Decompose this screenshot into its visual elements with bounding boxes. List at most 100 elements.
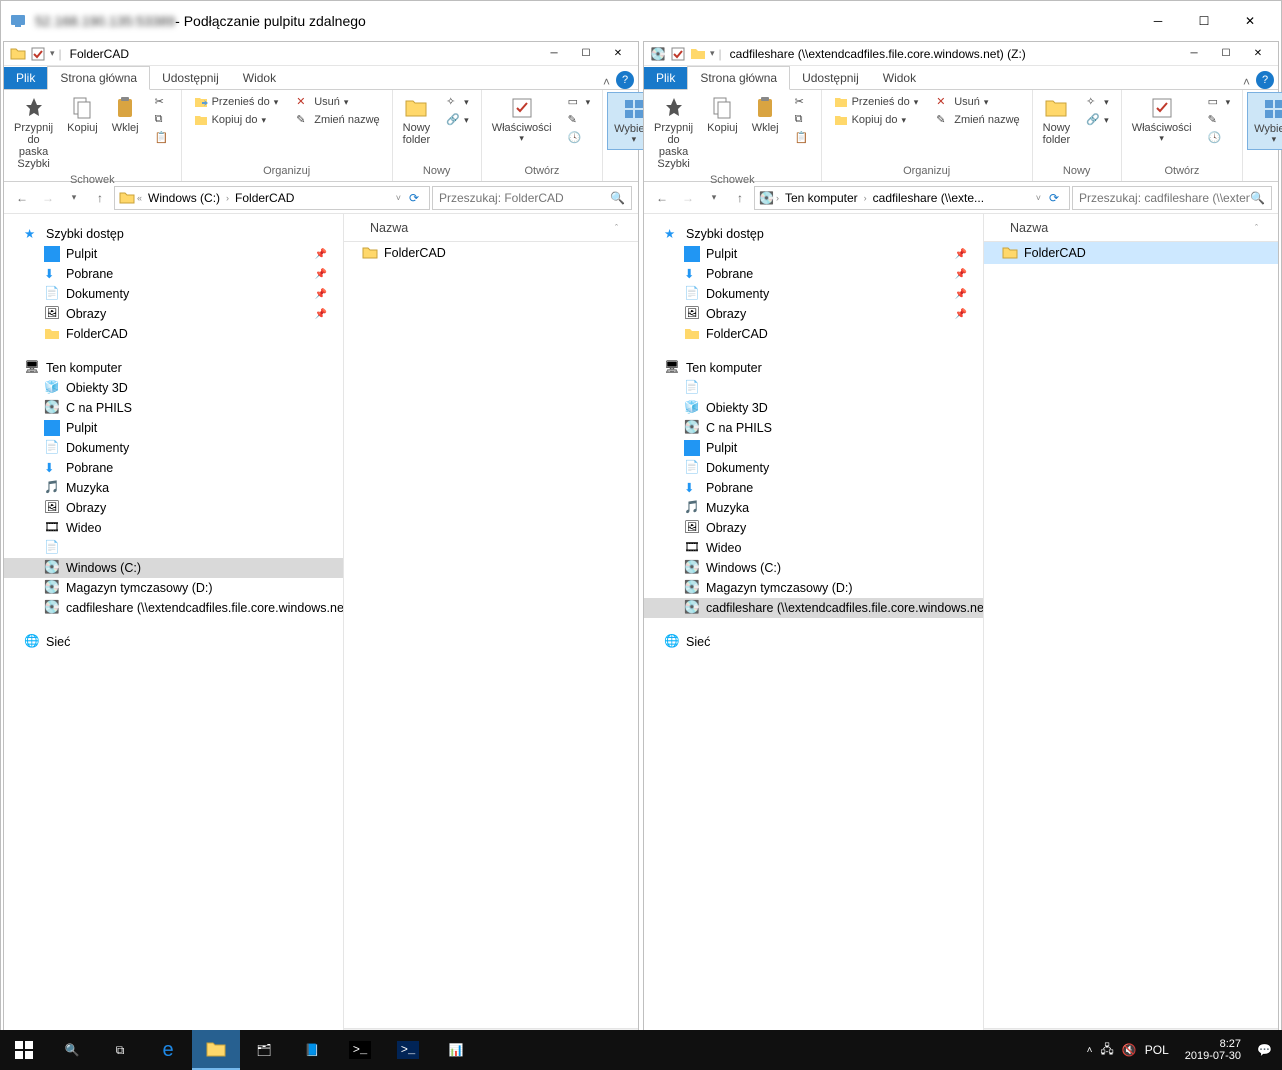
tab-home[interactable]: Strona główna bbox=[47, 66, 150, 90]
delete-button[interactable]: ✕Usuń ▾ bbox=[292, 94, 383, 110]
tray-network-icon[interactable]: 🖧 bbox=[1100, 1040, 1113, 1061]
tree-c-on-phils[interactable]: 💽C na PHILS bbox=[644, 418, 983, 438]
breadcrumb-item[interactable]: Ten komputer bbox=[781, 191, 862, 205]
tree-network[interactable]: 🌐Sieć bbox=[4, 632, 343, 652]
maximize-button[interactable]: ☐ bbox=[1212, 44, 1240, 64]
pin-to-quick-access-button[interactable]: Przypnij do paska Szybki bbox=[648, 92, 699, 174]
tree-this-pc[interactable]: 🖥Ten komputer bbox=[644, 358, 983, 378]
help-icon[interactable]: ? bbox=[616, 71, 634, 89]
easy-access-button[interactable]: 🔗▾ bbox=[442, 112, 473, 128]
help-icon[interactable]: ? bbox=[1256, 71, 1274, 89]
column-name[interactable]: Nazwa bbox=[362, 221, 416, 235]
tab-file[interactable]: Plik bbox=[4, 67, 47, 89]
taskbar-cmd[interactable]: >_ bbox=[336, 1030, 384, 1070]
ribbon-collapse-icon[interactable]: ˄ bbox=[597, 75, 616, 89]
tree-cad-z[interactable]: 💽cadfileshare (\\extendcadfiles.file.cor… bbox=[4, 598, 343, 618]
nav-up-button[interactable]: ↑ bbox=[728, 186, 752, 210]
tree-windows-c[interactable]: 💽Windows (C:) bbox=[644, 558, 983, 578]
tree-cad-z[interactable]: 💽cadfileshare (\\extendcadfiles.file.cor… bbox=[644, 598, 983, 618]
copy-button[interactable]: Kopiuj bbox=[701, 92, 744, 138]
file-list[interactable]: Nazwa ˆ FolderCAD ◄► bbox=[344, 214, 638, 1044]
qat-check-icon[interactable] bbox=[30, 46, 46, 62]
tree-pictures2[interactable]: 🖼Obrazy bbox=[4, 498, 343, 518]
close-button[interactable]: ✕ bbox=[604, 44, 632, 64]
tree-videos[interactable]: 🎞Wideo bbox=[644, 538, 983, 558]
tree-pictures[interactable]: 🖼Obrazy📌 bbox=[4, 304, 343, 324]
tree-downloads[interactable]: ⬇Pobrane📌 bbox=[4, 264, 343, 284]
tree-documents2[interactable]: 📄Dokumenty bbox=[644, 458, 983, 478]
tree-documents2[interactable]: 📄Dokumenty bbox=[4, 438, 343, 458]
open-button[interactable]: ▭▾ bbox=[564, 94, 595, 110]
tree-windows-c[interactable]: 💽Windows (C:) bbox=[4, 558, 343, 578]
delete-button[interactable]: ✕Usuń ▾ bbox=[932, 94, 1023, 110]
rdp-minimize-button[interactable]: ─ bbox=[1135, 6, 1181, 36]
easy-access-button[interactable]: 🔗▾ bbox=[1082, 112, 1113, 128]
nav-forward-button[interactable]: → bbox=[676, 186, 700, 210]
nav-tree[interactable]: ★Szybki dostęp Pulpit📌 ⬇Pobrane📌 📄Dokume… bbox=[4, 214, 344, 1044]
tray-clock[interactable]: 8:27 2019-07-30 bbox=[1177, 1038, 1249, 1062]
search-box[interactable]: 🔍 bbox=[432, 186, 632, 210]
nav-recent-button[interactable]: ▾ bbox=[62, 186, 86, 210]
qat-dropdown-icon[interactable]: ▾ bbox=[710, 48, 715, 59]
tray-language[interactable]: POL bbox=[1145, 1043, 1169, 1057]
pin-to-quick-access-button[interactable]: Przypnij do paska Szybki bbox=[8, 92, 59, 174]
tree-temp-d[interactable]: 💽Magazyn tymczasowy (D:) bbox=[4, 578, 343, 598]
tray-up-icon[interactable]: ˄ bbox=[1087, 1045, 1093, 1056]
history-button[interactable]: 🕓 bbox=[1204, 130, 1235, 146]
tree-this-pc[interactable]: 🖥Ten komputer bbox=[4, 358, 343, 378]
taskbar-explorer[interactable] bbox=[192, 1030, 240, 1070]
nav-forward-button[interactable]: → bbox=[36, 186, 60, 210]
copy-to-button[interactable]: Kopiuj do ▾ bbox=[830, 112, 923, 128]
tray-notifications-icon[interactable]: 💬 bbox=[1257, 1043, 1272, 1057]
history-button[interactable]: 🕓 bbox=[564, 130, 595, 146]
tab-share[interactable]: Udostępnij bbox=[150, 67, 231, 89]
minimize-button[interactable]: ─ bbox=[540, 44, 568, 64]
taskbar-app2[interactable]: 📘 bbox=[288, 1030, 336, 1070]
tree-3d-objects[interactable]: 🧊Obiekty 3D bbox=[4, 378, 343, 398]
tree-desktop2[interactable]: Pulpit bbox=[4, 418, 343, 438]
edit-button[interactable]: ✎ bbox=[564, 112, 595, 128]
maximize-button[interactable]: ☐ bbox=[572, 44, 600, 64]
tree-desktop[interactable]: Pulpit📌 bbox=[4, 244, 343, 264]
breadcrumb-item[interactable]: Windows (C:) bbox=[144, 191, 224, 205]
properties-button[interactable]: Właściwości ▾ bbox=[486, 92, 558, 148]
close-button[interactable]: ✕ bbox=[1244, 44, 1272, 64]
paste-shortcut-button[interactable]: 📋 bbox=[791, 130, 813, 146]
ribbon-collapse-icon[interactable]: ˄ bbox=[1237, 75, 1256, 89]
rdp-maximize-button[interactable]: ☐ bbox=[1181, 6, 1227, 36]
copy-to-button[interactable]: Kopiuj do ▾ bbox=[190, 112, 283, 128]
edit-button[interactable]: ✎ bbox=[1204, 112, 1235, 128]
taskbar-app3[interactable]: 📊 bbox=[432, 1030, 480, 1070]
tree-3d-objects[interactable]: 🧊Obiekty 3D bbox=[644, 398, 983, 418]
tree-network[interactable]: 🌐Sieć bbox=[644, 632, 983, 652]
tree-downloads2[interactable]: ⬇Pobrane bbox=[644, 478, 983, 498]
tab-share[interactable]: Udostępnij bbox=[790, 67, 871, 89]
new-item-button[interactable]: ✧▾ bbox=[442, 94, 473, 110]
cut-button[interactable]: ✂ bbox=[151, 94, 173, 110]
tree-desktop[interactable]: Pulpit📌 bbox=[644, 244, 983, 264]
tree-pictures[interactable]: 🖼Obrazy📌 bbox=[644, 304, 983, 324]
taskbar-app1[interactable]: 🗂 bbox=[240, 1030, 288, 1070]
tree-temp-d[interactable]: 💽Magazyn tymczasowy (D:) bbox=[644, 578, 983, 598]
move-to-button[interactable]: Przenieś do ▾ bbox=[830, 94, 923, 110]
rdp-close-button[interactable]: ✕ bbox=[1227, 6, 1273, 36]
refresh-icon[interactable]: ⟳ bbox=[1043, 191, 1065, 205]
search-box[interactable]: 🔍 bbox=[1072, 186, 1272, 210]
tab-file[interactable]: Plik bbox=[644, 67, 687, 89]
new-item-button[interactable]: ✧▾ bbox=[1082, 94, 1113, 110]
qat-check-icon[interactable] bbox=[670, 46, 686, 62]
task-view-button[interactable]: ⧉ bbox=[96, 1030, 144, 1070]
nav-back-button[interactable]: ← bbox=[650, 186, 674, 210]
column-name[interactable]: Nazwa bbox=[1002, 221, 1056, 235]
tree-documents[interactable]: 📄Dokumenty📌 bbox=[644, 284, 983, 304]
new-folder-button[interactable]: Nowy folder bbox=[397, 92, 437, 150]
address-bar[interactable]: 💽 › Ten komputer › cadfileshare (\\exte.… bbox=[754, 186, 1070, 210]
taskbar-powershell[interactable]: >_ bbox=[384, 1030, 432, 1070]
tab-home[interactable]: Strona główna bbox=[687, 66, 790, 90]
start-button[interactable] bbox=[0, 1030, 48, 1070]
paste-button[interactable]: Wklej bbox=[746, 92, 785, 138]
tree-quick-access[interactable]: ★Szybki dostęp bbox=[644, 224, 983, 244]
tree-c-on-phils[interactable]: 💽C na PHILS bbox=[4, 398, 343, 418]
tree-music[interactable]: 🎵Muzyka bbox=[4, 478, 343, 498]
qat-dropdown-icon[interactable]: ▾ bbox=[50, 48, 55, 59]
